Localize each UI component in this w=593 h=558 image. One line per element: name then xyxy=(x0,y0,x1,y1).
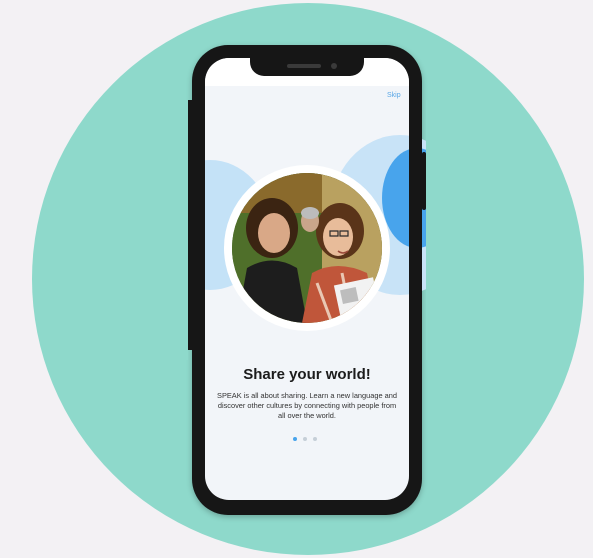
circle-mask-left xyxy=(135,100,188,360)
front-camera xyxy=(331,63,337,69)
screen-mask-right xyxy=(409,100,422,350)
onboarding-title: Share your world! xyxy=(243,366,371,383)
phone-volume-down-overlay xyxy=(188,184,192,220)
skip-link[interactable]: Skip xyxy=(387,92,401,99)
pagination-dot-2[interactable] xyxy=(303,437,307,441)
pagination-dot-1[interactable] xyxy=(293,437,297,441)
circle-mask-right xyxy=(426,100,486,360)
speaker-grille xyxy=(287,64,321,68)
phone-power-overlay xyxy=(422,152,426,210)
phone-volume-up-overlay xyxy=(188,142,192,178)
phone-silent-switch-overlay xyxy=(188,108,192,128)
pagination-dot-3[interactable] xyxy=(313,437,317,441)
onboarding-description: SPEAK is all about sharing. Learn a new … xyxy=(217,391,397,421)
people-photo-illustration xyxy=(232,173,382,323)
people-photo xyxy=(232,173,382,323)
pagination-dots xyxy=(293,437,323,443)
